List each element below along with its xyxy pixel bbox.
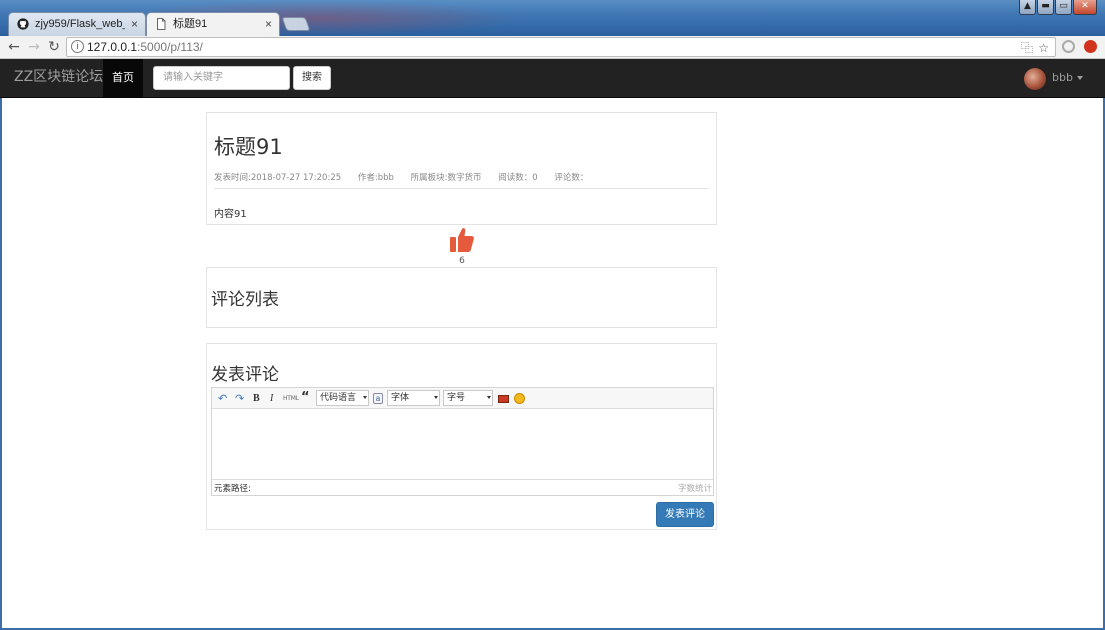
font-size-select[interactable]: 字号 [443,390,493,406]
minimize-icon[interactable]: ▬ [1037,0,1054,15]
github-icon [17,18,29,30]
comments-heading: 评论列表 [211,290,279,310]
nav-home-link[interactable]: 首页 [103,59,143,97]
submit-comment-button[interactable]: 发表评论 [656,502,714,527]
search-button[interactable]: 搜索 [293,66,331,90]
window-titlebar: zjy959/Flask_web_dem × 标题91 × ▲ ▬ ▭ ✕ [0,0,1105,36]
element-path: 元素路径: [214,484,251,494]
caret-down-icon [1077,76,1083,80]
chevron-down-icon [363,396,367,399]
font-family-label: 字体 [391,393,410,403]
post-board: 所属板块:数字货币 [410,173,482,183]
italic-icon[interactable]: I [270,392,273,405]
font-family-select[interactable]: 字体 [387,390,440,406]
redo-icon[interactable]: ↷ [235,392,244,405]
chevron-down-icon [434,396,438,399]
post-meta: 发表时间:2018-07-27 17:20:25 作者:bbb 所属板块:数字货… [214,171,602,183]
search-input[interactable]: 请输入关键字 [153,66,290,90]
reload-icon[interactable]: ↻ [46,38,62,56]
inline-code-icon[interactable]: a [373,393,383,404]
like-widget: 6 [449,226,475,266]
pin-icon[interactable]: ▲ [1019,0,1036,15]
divider [214,188,709,189]
publish-comment-panel: 发表评论 ↶ ↷ B I HTML “ 代码语言 a 字体 字号 元素路径: 字… [206,343,717,530]
post-reads: 阅读数：0 [498,173,538,183]
brand-logo[interactable]: ZZ区块链论坛 [14,59,103,96]
translate-icon[interactable]: ⿻ [1021,39,1033,57]
close-tab-icon[interactable]: × [265,13,272,35]
post-title: 标题91 [214,135,283,159]
back-icon[interactable]: ← [6,38,22,56]
font-size-label: 字号 [447,393,466,403]
user-menu[interactable]: bbb [1024,68,1083,90]
editor-content-area[interactable] [212,410,713,480]
tab-label: 标题91 [173,18,208,30]
post-comment-count: 评论数： [554,173,589,183]
chevron-down-icon [487,396,491,399]
post-content: 内容91 [214,209,247,220]
username[interactable]: bbb [1052,71,1073,84]
browser-tab-active[interactable]: 标题91 × [146,12,280,36]
extension-icon[interactable] [1062,40,1075,53]
editor-toolbar: ↶ ↷ B I HTML “ 代码语言 a 字体 字号 [212,388,713,409]
forward-icon[interactable]: → [26,38,42,56]
html-source-icon[interactable]: HTML [283,392,299,405]
window-controls: ▲ ▬ ▭ ✕ [1018,0,1097,15]
url-text: 127.0.0.1:5000/p/113/ [87,38,203,56]
post-panel: 标题91 发表时间:2018-07-27 17:20:25 作者:bbb 所属板… [206,112,717,225]
comments-panel: 评论列表 [206,267,717,328]
info-icon[interactable]: i [71,40,84,53]
address-bar[interactable]: i 127.0.0.1:5000/p/113/ ⿻ ☆ [66,37,1056,57]
publish-heading: 发表评论 [211,365,279,385]
code-language-select[interactable]: 代码语言 [316,390,369,406]
close-tab-icon[interactable]: × [131,13,138,35]
undo-icon[interactable]: ↶ [218,392,227,405]
page-icon [157,18,166,30]
new-tab-button[interactable] [281,17,311,31]
code-language-label: 代码语言 [320,393,357,403]
url-host: 127.0.0.1 [87,40,138,54]
bookmark-star-icon[interactable]: ☆ [1038,39,1049,57]
rich-text-editor: ↶ ↷ B I HTML “ 代码语言 a 字体 字号 元素路径: 字数统计 [211,387,714,496]
adblock-icon[interactable] [1084,40,1097,53]
browser-tab-github[interactable]: zjy959/Flask_web_dem × [8,12,146,36]
maximize-icon[interactable]: ▭ [1055,0,1072,15]
bold-icon[interactable]: B [253,392,260,405]
close-window-icon[interactable]: ✕ [1073,0,1097,15]
blockquote-icon[interactable]: “ [301,391,310,404]
browser-toolbar: ← → ↻ i 127.0.0.1:5000/p/113/ ⿻ ☆ [0,36,1105,59]
url-path: :5000/p/113/ [137,40,203,54]
emoticon-icon[interactable] [514,393,525,404]
insert-image-icon[interactable] [498,395,509,403]
window-border-left [0,98,2,630]
word-count: 字数统计 [677,484,712,494]
post-author: 作者:bbb [357,173,394,183]
site-navbar: ZZ区块链论坛 首页 请输入关键字 搜索 bbb [0,59,1105,98]
tab-label: zjy959/Flask_web_dem [35,18,125,30]
thumbs-up-icon[interactable] [449,226,475,254]
post-time: 发表时间:2018-07-27 17:20:25 [214,173,342,183]
like-count: 6 [459,256,465,266]
avatar[interactable] [1024,68,1047,90]
